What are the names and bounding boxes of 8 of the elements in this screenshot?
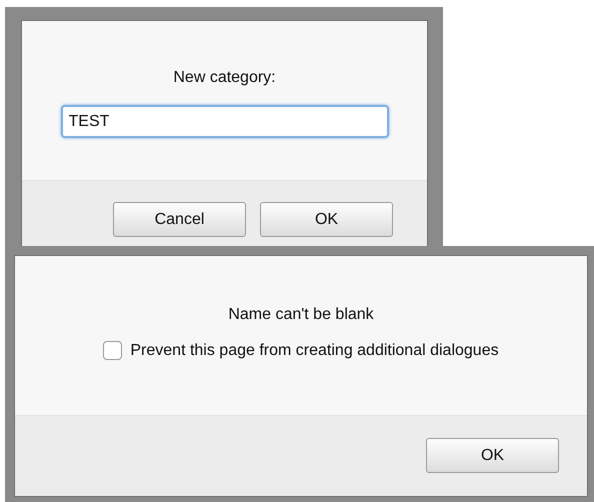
dialog-message: New category: [173,69,276,87]
ok-button[interactable]: OK [260,202,393,237]
checkbox-label: Prevent this page from creating additional dialogues [130,342,499,360]
input-field[interactable]: TEST [60,105,388,138]
ok-button[interactable]: OK [426,438,559,473]
cancel-button[interactable]: Cancel [113,202,246,237]
checkbox[interactable] [103,341,122,360]
dialog-message: Name can't be blank [228,306,374,324]
